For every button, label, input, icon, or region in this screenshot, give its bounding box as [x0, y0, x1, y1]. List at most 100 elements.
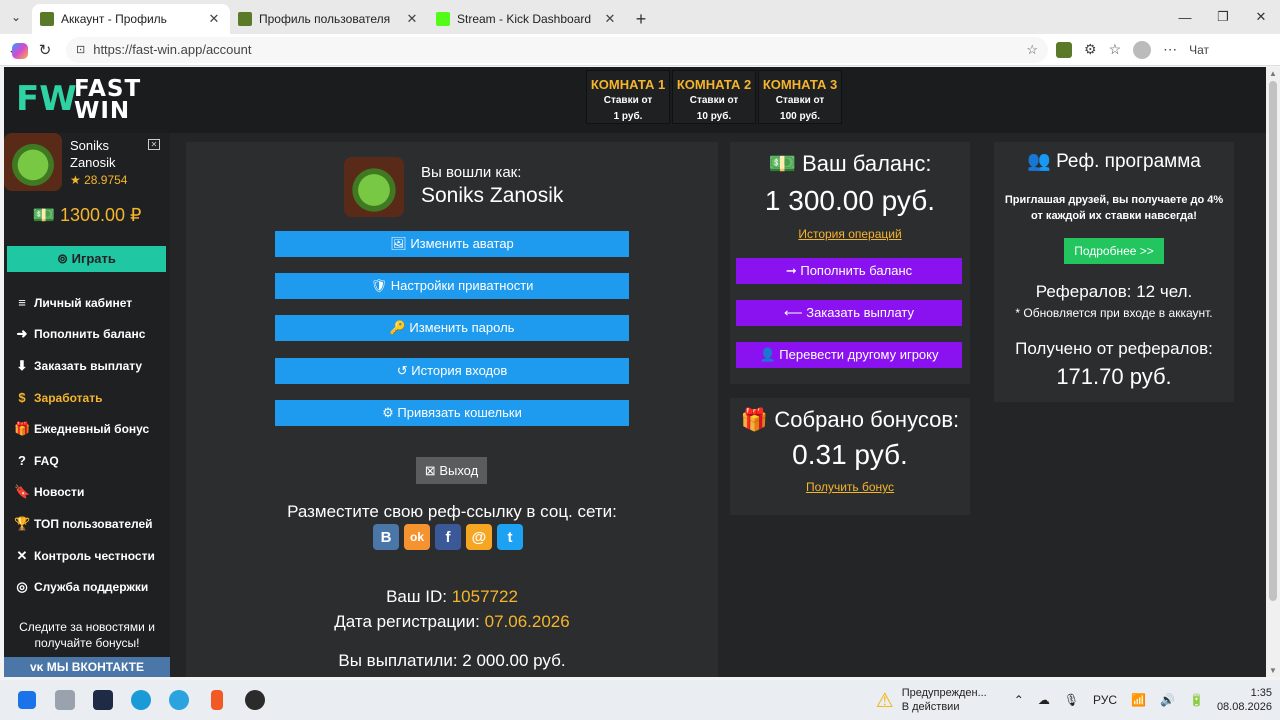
vk-group-button[interactable]: ᴠᴋ МЫ ВКОНТАКТЕ: [4, 657, 170, 677]
logout-icon[interactable]: ✕: [148, 139, 160, 150]
claim-bonus-link[interactable]: Получить бонус: [730, 480, 970, 494]
vk-icon: ᴠᴋ: [30, 660, 44, 674]
scroll-down-icon[interactable]: ▼: [1269, 666, 1277, 675]
avatar[interactable]: [4, 133, 62, 191]
copilot-button[interactable]: Чат: [12, 43, 1209, 59]
logout-label: Выход: [439, 463, 479, 478]
browser-tab-bar: ⌄ Аккаунт - Профиль ✕ Профиль пользовате…: [0, 0, 1280, 34]
language-indicator[interactable]: РУС: [1093, 693, 1117, 707]
volume-icon[interactable]: 🔊: [1160, 693, 1175, 707]
page-content: FW FAST WIN КОМНАТА 1 Ставки от 1 руб. К…: [4, 67, 1266, 677]
twitter-share-button[interactable]: t: [497, 524, 523, 550]
referral-more-button[interactable]: Подробнее >>: [1064, 238, 1164, 264]
url-field[interactable]: ⊡ https://fast-win.app/account ☆: [66, 36, 1048, 63]
wifi-icon[interactable]: 📶: [1131, 693, 1146, 707]
start-button[interactable]: [8, 680, 46, 720]
task-view-button[interactable]: [46, 680, 84, 720]
room-2-button[interactable]: КОМНАТА 2 Ставки от 10 руб.: [672, 70, 756, 124]
menu-fairness[interactable]: ✕ Контроль честности: [4, 540, 170, 572]
tab-actions-menu-icon[interactable]: ⌄: [0, 0, 32, 34]
taskbar-app-dark[interactable]: [84, 680, 122, 720]
play-button[interactable]: ⊚ Играть: [7, 246, 166, 272]
follow-text: Следите за новостями и получайте бонусы!: [19, 620, 155, 650]
id-value: 1057722: [451, 587, 518, 606]
change-avatar-button[interactable]: 🖼 Изменить аватар: [275, 231, 629, 257]
mailru-share-button[interactable]: @: [466, 524, 492, 550]
paid-out-line: Вы выплатили: 2 000.00 руб.: [338, 651, 566, 670]
favorite-star-icon[interactable]: ☆: [1026, 42, 1038, 58]
page-scrollbar[interactable]: ▲ ▼: [1266, 67, 1280, 677]
button-label: Пополнить баланс: [800, 263, 913, 278]
taskbar-obs[interactable]: [236, 680, 274, 720]
menu-support[interactable]: ◎ Служба поддержки: [4, 571, 170, 603]
transfer-button[interactable]: 👤 Перевести другому игроку: [736, 342, 962, 368]
fastwin-logo[interactable]: FW FAST WIN: [16, 76, 141, 124]
reload-icon[interactable]: ↻: [30, 41, 60, 59]
minimize-icon[interactable]: —: [1166, 0, 1204, 34]
close-tab-icon[interactable]: ✕: [404, 11, 420, 27]
microphone-icon[interactable]: 🎙: [1064, 693, 1079, 707]
money-icon: 💵: [768, 151, 796, 176]
vk-share-button[interactable]: В: [373, 524, 399, 550]
ok-share-button[interactable]: ok: [404, 524, 430, 550]
battery-icon[interactable]: 🔋: [1189, 693, 1204, 707]
cloud-icon[interactable]: ☁: [1038, 693, 1050, 707]
menu-top-users[interactable]: 🏆 ТОП пользователей: [4, 508, 170, 540]
registration-date-line: Дата регистрации: 07.06.2026: [186, 612, 718, 632]
operations-history-link[interactable]: История операций: [730, 227, 970, 241]
menu-cabinet[interactable]: ≡ Личный кабинет: [4, 287, 170, 319]
menu-faq[interactable]: ? FAQ: [4, 445, 170, 477]
facebook-share-button[interactable]: f: [435, 524, 461, 550]
room-1-button[interactable]: КОМНАТА 1 Ставки от 1 руб.: [586, 70, 670, 124]
referral-received-label: Получено от рефералов:: [1015, 339, 1213, 358]
new-tab-button[interactable]: +: [626, 4, 656, 34]
profile-avatar-icon[interactable]: [1133, 40, 1152, 59]
deposit-button[interactable]: ➞ Пополнить баланс: [736, 258, 962, 284]
favorites-icon[interactable]: ☆: [1109, 41, 1122, 58]
fastwin-favicon-icon: [238, 12, 252, 26]
menu-withdraw[interactable]: ⬇ Заказать выплату: [4, 350, 170, 382]
vk-label: МЫ ВКОНТАКТЕ: [46, 660, 144, 674]
warning-notification[interactable]: ⚠ Предупрежден... В действии: [876, 686, 987, 714]
users-icon: 👥: [1027, 151, 1051, 172]
login-history-button[interactable]: ↺ История входов: [275, 358, 629, 384]
tab-kick-dashboard[interactable]: Stream - Kick Dashboard ✕: [428, 4, 626, 34]
chevron-up-icon[interactable]: ⌃: [1014, 693, 1024, 707]
menu-daily-bonus[interactable]: 🎁 Ежедневный бонус: [4, 413, 170, 445]
id-label: Ваш ID:: [386, 587, 447, 606]
clock[interactable]: 1:35 08.08.2026: [1217, 686, 1272, 714]
site-info-icon[interactable]: ⊡: [76, 43, 85, 56]
close-tab-icon[interactable]: ✕: [206, 11, 222, 27]
taskbar-mic-app[interactable]: [198, 680, 236, 720]
close-tab-icon[interactable]: ✕: [602, 11, 618, 27]
link-wallets-button[interactable]: ⚙ Привязать кошельки: [275, 400, 629, 426]
close-window-icon[interactable]: ✕: [1242, 0, 1280, 34]
bonus-amount: 0.31 руб.: [792, 439, 908, 470]
tab-account-profile[interactable]: Аккаунт - Профиль ✕: [32, 4, 230, 34]
withdraw-button[interactable]: ⟵ Заказать выплату: [736, 300, 962, 326]
privacy-settings-button[interactable]: 🛡 Настройки приватности: [275, 273, 629, 299]
taskbar-telegram[interactable]: [160, 680, 198, 720]
scrollbar-thumb[interactable]: [1269, 81, 1277, 601]
menu-news[interactable]: 🔖 Новости: [4, 477, 170, 509]
room-3-button[interactable]: КОМНАТА 3 Ставки от 100 руб.: [758, 70, 842, 124]
tab-user-profile[interactable]: Профиль пользователя ✕: [230, 4, 428, 34]
shuffle-icon: ✕: [16, 547, 28, 563]
gift-icon: 🎁: [740, 407, 769, 432]
change-password-button[interactable]: 🔑 Изменить пароль: [275, 315, 629, 341]
more-options-icon[interactable]: ⋯: [1163, 41, 1177, 58]
extensions-puzzle-icon[interactable]: ⚙: [1084, 41, 1097, 58]
logout-button[interactable]: ⊠ Выход: [416, 457, 487, 484]
balance-title: 💵 Ваш баланс:: [730, 151, 970, 177]
extension-icon[interactable]: [1056, 41, 1072, 58]
scroll-up-icon[interactable]: ▲: [1269, 69, 1277, 78]
bookmark-icon: 🔖: [14, 484, 31, 500]
menu-earn[interactable]: $ Заработать: [4, 382, 170, 414]
avatar: [344, 157, 404, 217]
logo-word-win: WIN: [74, 98, 131, 124]
maximize-icon[interactable]: ❐: [1204, 0, 1242, 34]
taskbar-edge[interactable]: [122, 680, 160, 720]
menu-deposit[interactable]: ➜ Пополнить баланс: [4, 319, 170, 351]
menu-label: Личный кабинет: [34, 295, 133, 310]
edge-icon: [131, 690, 151, 710]
